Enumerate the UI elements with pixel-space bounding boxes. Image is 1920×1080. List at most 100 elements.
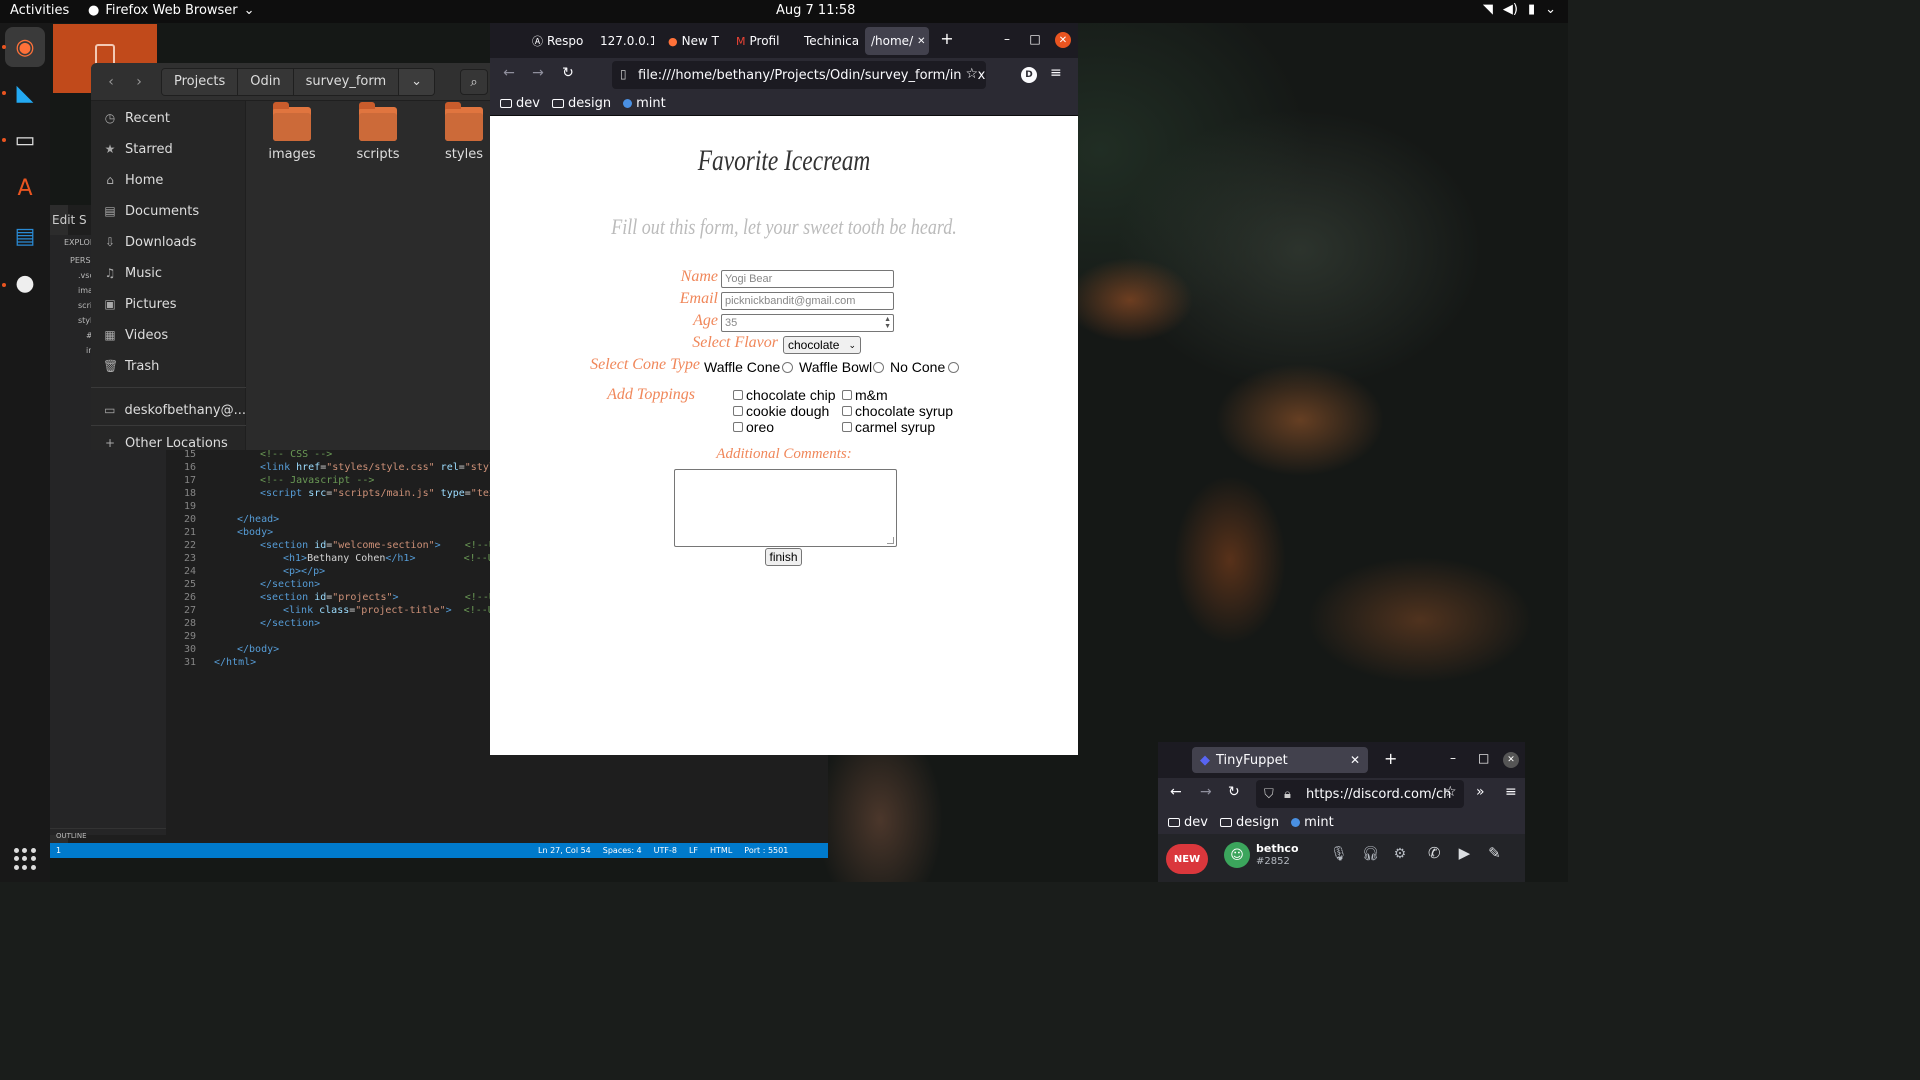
folder-item[interactable]: scripts [343,102,413,162]
show-applications-button[interactable] [14,848,36,870]
minimize-button[interactable]: – [1450,751,1456,765]
comments-textarea[interactable] [674,469,897,547]
back-button[interactable]: ← [1170,784,1182,800]
sidebar-item-starred[interactable]: ★ Starred [91,135,246,163]
gear-icon[interactable]: ⚙ [1394,846,1407,862]
status-spaces[interactable]: Spaces: 4 [603,846,642,855]
chevron-down-icon[interactable]: ⌄ [399,69,435,95]
hamburger-menu-icon[interactable]: ≡ [1505,784,1517,800]
close-tab-icon[interactable]: ✕ [917,36,925,47]
forward-button[interactable]: → [528,65,548,81]
overflow-chevron-icon[interactable]: » [1476,784,1485,800]
topping-checkbox-chocolate-syrup[interactable] [842,406,852,416]
url-bar[interactable]: ▯ file:///home/bethany/Projects/Odin/sur… [612,61,986,89]
cone-radio-no-cone[interactable] [948,362,959,373]
breadcrumb-item[interactable]: survey_form [293,69,400,95]
tab-tinyfuppet[interactable]: ◆ TinyFuppet ✕ [1192,747,1368,773]
bookmark-star-icon[interactable]: ☆ [961,66,978,82]
browser-tab[interactable]: Ⓐ Respo [526,27,586,55]
browser-tab[interactable]: M Profil [730,27,790,55]
clock[interactable]: Aug 7 11:58 [776,3,855,18]
number-stepper[interactable]: ▲ ▼ [884,316,891,330]
browser-tab[interactable]: Techinica [798,27,858,55]
reload-button[interactable]: ↻ [1228,784,1240,800]
reload-button[interactable]: ↻ [558,65,578,81]
forward-button[interactable]: → [1200,784,1212,800]
dock-firefox[interactable]: ◉ [5,27,45,67]
activities-button[interactable]: Activities [10,3,69,18]
topping-checkbox-carmel-syrup[interactable] [842,422,852,432]
sidebar-item-recent[interactable]: ◷ Recent [91,104,246,132]
hamburger-menu-icon[interactable]: ≡ [1050,65,1062,81]
close-button[interactable]: ✕ [1055,32,1071,48]
status-encoding[interactable]: UTF-8 [654,846,677,855]
bookmark-dev[interactable]: dev [500,96,540,111]
minimize-button[interactable]: – [998,32,1016,46]
topping-checkbox-cookie-dough[interactable] [733,406,743,416]
vscode-menu[interactable]: Edit S [52,213,87,227]
close-tab-icon[interactable]: ✕ [1350,753,1360,767]
folder-item[interactable]: styles [429,102,490,162]
topping-checkbox-chocolate-chip[interactable] [733,390,743,400]
sidebar-item-downloads[interactable]: ⇩ Downloads [91,228,246,256]
sidebar-item-other-locations[interactable]: + Other Locations [91,429,246,451]
outline-section[interactable]: OUTLINE [50,828,166,840]
cone-radio-waffle-cone[interactable] [782,362,793,373]
new-tab-button[interactable]: + [1384,749,1397,768]
bookmark-design[interactable]: design [1219,815,1279,830]
status-language[interactable]: HTML [710,846,732,855]
name-field[interactable]: Yogi Bear [721,270,894,288]
video-icon[interactable]: ▶ [1459,844,1471,862]
bookmark-star-icon[interactable]: ☆ [1444,784,1457,800]
breadcrumb-item[interactable]: Odin [238,69,294,95]
cone-radio-waffle-bowl[interactable] [873,362,884,373]
flavor-select[interactable]: chocolate ⌄ [783,336,861,354]
folder-item[interactable]: images [257,102,327,162]
bookmark-mint[interactable]: mint [623,96,666,111]
bookmark-dev[interactable]: dev [1168,815,1208,830]
dock-egg[interactable]: ● [5,263,45,303]
sidebar-item-pictures[interactable]: ▣ Pictures [91,290,246,318]
account-avatar[interactable]: D [1021,67,1037,83]
status-eol[interactable]: LF [689,846,698,855]
sidebar-item-home[interactable]: ⌂ Home [91,166,246,194]
finish-button[interactable]: finish [765,548,802,566]
maximize-button[interactable]: □ [1478,751,1489,765]
browser-tab[interactable]: /home/✕ [865,27,929,55]
browser-tab[interactable]: ● New T [662,27,722,55]
sidebar-item-music[interactable]: ♫ Music [91,259,246,287]
email-field[interactable]: picknickbandit@gmail.com [721,292,894,310]
bookmark-mint[interactable]: mint [1291,815,1334,830]
maximize-button[interactable]: □ [1026,32,1044,46]
sidebar-item-documents[interactable]: ▤ Documents [91,197,246,225]
topping-checkbox-mm[interactable] [842,390,852,400]
dock-vscode[interactable]: ◣ [5,73,45,113]
url-bar[interactable]: ⛉ 🔒︎ https://discord.com/ch [1256,780,1464,808]
new-tab-button[interactable]: + [938,29,956,48]
age-field[interactable]: 35 ▲ ▼ [721,314,894,332]
browser-tab[interactable]: 127.0.0.1 [594,27,654,55]
app-menu[interactable]: ● Firefox Web Browser ⌄ [88,3,255,18]
close-button[interactable]: ✕ [1503,752,1519,768]
phone-icon[interactable]: ✆ [1428,844,1441,862]
back-button[interactable]: ← [499,65,519,81]
status-position[interactable]: Ln 27, Col 54 [538,846,591,855]
avatar[interactable]: ☺ [1224,842,1250,868]
sidebar-item-trash[interactable]: 🗑︎ Trash [91,352,246,380]
sidebar-item-videos[interactable]: ▦ Videos [91,321,246,349]
status-problems[interactable]: 1 [56,846,61,855]
dock-files[interactable]: ▭ [5,120,45,160]
dock-writer[interactable]: ▤ [5,216,45,256]
new-badge[interactable]: NEW [1166,844,1208,874]
breadcrumb-item[interactable]: Projects [162,69,239,95]
back-button[interactable]: ‹ [97,69,125,95]
search-button[interactable]: ⌕ [460,69,488,95]
headphones-icon[interactable]: 🎧︎ [1362,846,1380,862]
topping-checkbox-oreo[interactable] [733,422,743,432]
dock-software[interactable]: A [5,168,45,208]
system-tray[interactable]: ◥ ◀) ▮ ⌄ [1483,2,1556,17]
status-port[interactable]: Port : 5501 [744,846,788,855]
mute-icon[interactable]: 🎙︎ [1330,846,1348,862]
bookmark-design[interactable]: design [551,96,611,111]
pin-icon[interactable]: ✎ [1488,844,1501,862]
